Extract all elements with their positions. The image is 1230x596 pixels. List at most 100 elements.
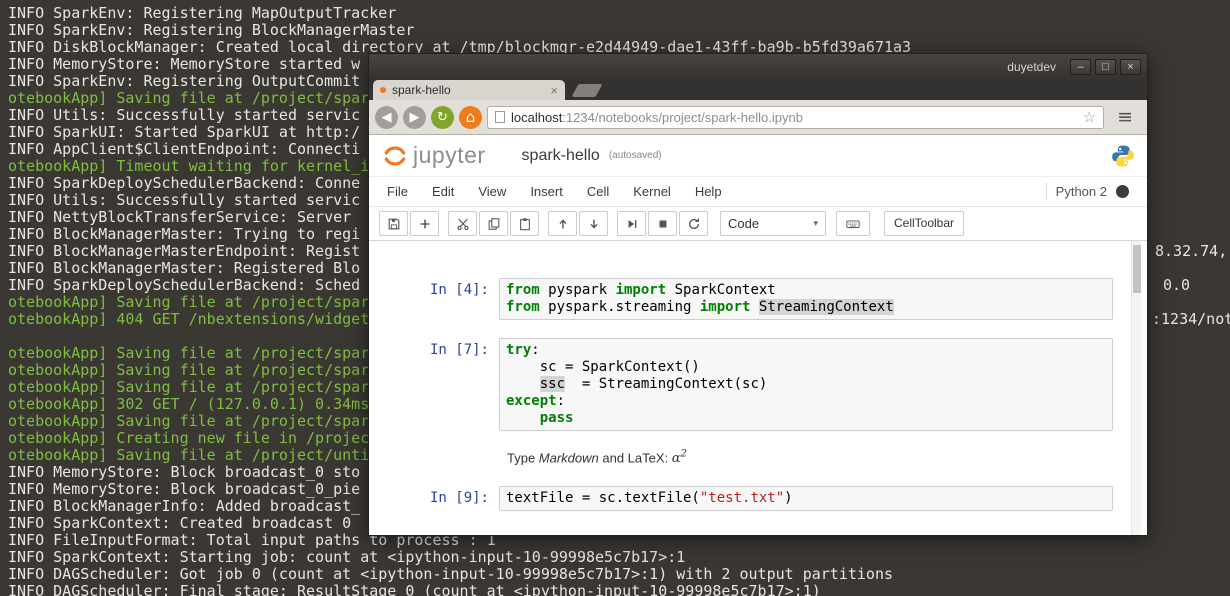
new-tab-button[interactable] — [571, 84, 603, 97]
command-palette-button[interactable] — [836, 211, 870, 236]
jupyter-logo-icon — [384, 145, 406, 166]
jupyter-logo-text: jupyter — [413, 142, 486, 168]
notebook-header: jupyter spark-hello (autosaved) — [369, 135, 1147, 177]
save-button[interactable] — [379, 211, 408, 236]
cut-cell-button[interactable] — [448, 211, 477, 236]
back-button[interactable]: ◀ — [375, 105, 398, 129]
tab-strip: spark-hello × — [369, 80, 1147, 100]
cell-type-select[interactable]: Code ▾ — [720, 211, 826, 236]
interrupt-kernel-button[interactable] — [648, 211, 677, 236]
address-bar[interactable]: localhost:1234/notebooks/project/spark-h… — [487, 105, 1105, 129]
notebook-scrollbar[interactable] — [1131, 241, 1141, 535]
menu-item-kernel[interactable]: Kernel — [633, 184, 671, 199]
scrollbar-thumb[interactable] — [1133, 245, 1141, 293]
restart-icon — [688, 217, 699, 229]
move-cell-down-button[interactable] — [579, 211, 608, 236]
page-icon — [495, 111, 505, 123]
cell-code[interactable]: from pyspark import SparkContext from pys… — [499, 278, 1113, 320]
run-cell-button[interactable] — [617, 211, 646, 236]
menu-item-view[interactable]: View — [478, 184, 506, 199]
minimize-button[interactable]: – — [1070, 59, 1091, 75]
home-button[interactable]: ⌂ — [459, 105, 482, 129]
cell-code[interactable]: textFile = sc.textFile("test.txt") — [499, 486, 1113, 512]
window-title: duyetdev — [1007, 60, 1056, 74]
stop-icon — [659, 220, 666, 227]
desktop: INFO SparkEnv: Registering MapOutputTrac… — [0, 0, 1230, 596]
browser-menu-icon[interactable]: ≡ — [1109, 100, 1141, 134]
latex-alpha-squared: α2 — [671, 449, 687, 467]
menu-item-help[interactable]: Help — [695, 184, 722, 199]
save-icon — [388, 218, 399, 229]
notebook-title[interactable]: spark-hello — [522, 147, 600, 165]
cell-code[interactable]: try: sc = SparkContext() ssc = Streaming… — [499, 338, 1113, 431]
notebook-area: In [4]: from pyspark import SparkContext… — [369, 241, 1147, 535]
notebook-menu-items: File Edit View Insert Cell Kernel Help — [387, 184, 746, 199]
kernel-area: Python 2 — [1045, 183, 1129, 200]
restart-kernel-button[interactable] — [679, 211, 708, 236]
menu-item-insert[interactable]: Insert — [530, 184, 563, 199]
notebook-toolbar: Code ▾ CellToolbar — [369, 207, 1147, 241]
url-path: :1234/notebooks/project/spark-hello.ipyn… — [562, 109, 803, 125]
notebook-menubar: File Edit View Insert Cell Kernel Help Python … — [369, 177, 1147, 207]
url-text[interactable]: localhost:1234/notebooks/project/spark-h… — [511, 110, 1077, 125]
jupyter-page: jupyter spark-hello (autosaved) File Edit… — [369, 135, 1147, 535]
close-button[interactable]: × — [1120, 59, 1141, 75]
kernel-name: Python 2 — [1055, 184, 1107, 199]
window-titlebar[interactable]: duyetdev – □ × — [369, 54, 1147, 80]
terminal-log-line: INFO SparkEnv: Registering MapOutputTrac… — [8, 4, 397, 22]
url-host: localhost — [511, 109, 563, 125]
tab-close-icon[interactable]: × — [550, 84, 558, 97]
cell-type-value: Code — [728, 216, 760, 231]
terminal-log-fragment: :1234/not — [1152, 310, 1230, 328]
terminal-log-line: INFO SparkEnv: Registering BlockManagerM… — [8, 21, 415, 39]
kernel-divider — [1045, 183, 1047, 200]
run-icon — [628, 219, 636, 228]
browser-tab[interactable]: spark-hello × — [373, 80, 565, 100]
maximize-button[interactable]: □ — [1095, 59, 1116, 75]
alpha-exponent: 2 — [680, 449, 687, 460]
copy-icon — [488, 217, 499, 230]
code-cell[interactable]: In [9]: textFile = sc.textFile("test.txt… — [369, 486, 1147, 512]
terminal-log-line: INFO SparkContext: Starting job: count a… — [8, 548, 686, 566]
paste-icon — [519, 217, 530, 230]
jupyter-favicon-icon — [380, 87, 386, 93]
cell-prompt: In [9]: — [429, 490, 489, 507]
scissors-icon — [456, 218, 469, 230]
bookmark-star-icon[interactable]: ☆ — [1083, 108, 1096, 126]
markdown-text-prefix: Type — [507, 450, 539, 466]
menu-item-file[interactable]: File — [387, 184, 408, 199]
code-cell[interactable]: In [7]: try: sc = SparkContext() ssc = S… — [369, 338, 1147, 431]
move-cell-up-button[interactable] — [548, 211, 577, 236]
terminal-log-line: INFO DAGScheduler: Got job 0 (count at <… — [8, 565, 894, 583]
menu-item-cell[interactable]: Cell — [587, 184, 609, 199]
kernel-busy-indicator-icon — [1116, 185, 1129, 198]
cell-prompt: In [4]: — [429, 282, 489, 298]
markdown-text-middle: and LaTeX: — [598, 450, 672, 466]
forward-button[interactable]: ▶ — [403, 105, 426, 129]
copy-cell-button[interactable] — [479, 211, 508, 236]
arrow-up-icon — [558, 219, 567, 228]
python-logo-icon — [1112, 145, 1134, 166]
browser-toolbar: ◀ ▶ ↻ ⌂ localhost:1234/notebooks/project… — [369, 100, 1147, 135]
plus-icon — [420, 219, 429, 228]
tab-title: spark-hello — [392, 83, 451, 97]
add-cell-button[interactable] — [410, 211, 439, 236]
autosave-status: (autosaved) — [608, 150, 662, 161]
terminal-log-line: INFO DAGScheduler: Final stage: ResultSt… — [8, 582, 821, 596]
cell-prompt: In [7]: — [429, 342, 489, 358]
terminal-log-fragment: 8.32.74, — [1155, 242, 1228, 260]
menu-item-edit[interactable]: Edit — [432, 184, 454, 199]
celltoolbar-button[interactable]: CellToolbar — [884, 211, 965, 236]
paste-cell-button[interactable] — [510, 211, 539, 236]
code-cell[interactable]: In [4]: from pyspark import SparkContext… — [369, 278, 1147, 320]
arrow-down-icon — [589, 219, 598, 228]
markdown-cell[interactable]: Type Markdown and LaTeX: α2 — [507, 449, 1113, 466]
chevron-down-icon: ▾ — [813, 218, 818, 228]
keyboard-icon — [846, 219, 860, 228]
jupyter-logo[interactable]: jupyter — [381, 142, 486, 170]
browser-window: duyetdev – □ × spark-hello × ◀ ▶ ↻ ⌂ loc… — [368, 53, 1148, 536]
markdown-word: Markdown — [538, 450, 599, 466]
alpha-symbol: α — [671, 451, 681, 467]
reload-button[interactable]: ↻ — [431, 105, 454, 129]
terminal-log-fragment: 0.0 — [1163, 276, 1191, 294]
